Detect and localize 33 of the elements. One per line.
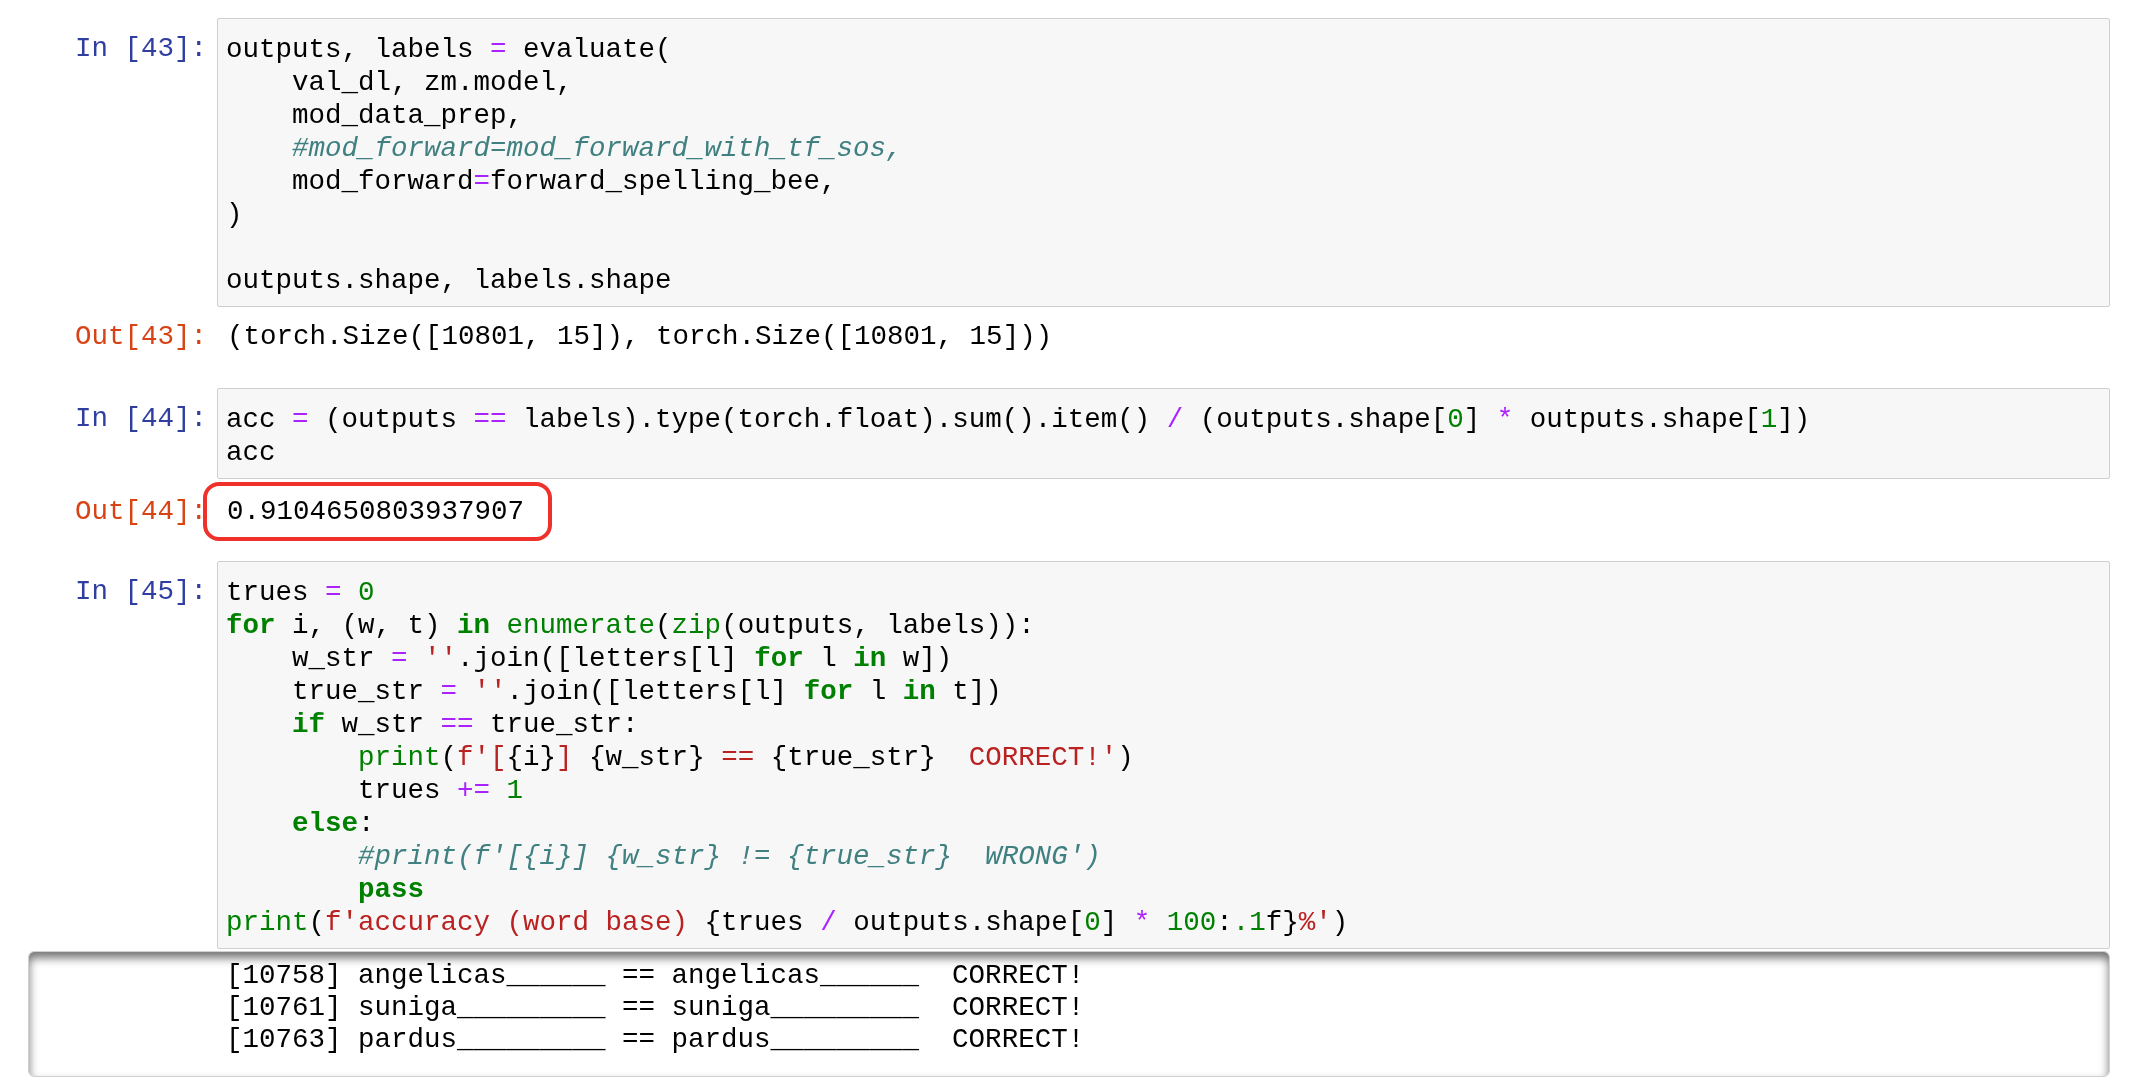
code-line: true_str = ''.join([letters[l] for l in t]): [291, 675, 1002, 708]
code-line: trues = 0: [226, 576, 375, 609]
code-cell[interactable]: acc = (outputs == labels).type(torch.float).sum().item() / (outputs.shape[0] * outputs.shape[1]) acc: [217, 388, 2110, 479]
code-cell[interactable]: [217, 561, 2110, 949]
code-line: print(f'accuracy (word base) {trues / outputs.shape[0] * 100:.1f}%'): [226, 906, 1349, 939]
code-line: mod_forward=forward_spelling_bee,: [291, 165, 837, 198]
code-line: w_str = ''.join([letters[l] for l in w]): [291, 642, 953, 675]
code-line: else:: [291, 807, 375, 840]
code-line: ): [226, 198, 243, 231]
code-line: acc = (outputs == labels).type(torch.float).sum().item() / (outputs.shape[0] * outputs.shape[1]): [226, 403, 1811, 436]
code-line: outputs.shape, labels.shape: [226, 264, 672, 297]
code-line: val_dl, zm.model,: [291, 66, 573, 99]
code-line: #mod_forward=mod_forward_with_tf_sos,: [291, 132, 903, 165]
output-line: [10763] pardus_________ == pardus_________ CORRECT!: [226, 1024, 1085, 1056]
code-line: acc: [226, 436, 276, 469]
code-line: pass: [357, 873, 425, 906]
code-line: #print(f'[{i}] {w_str} != {true_str} WRONG'): [357, 840, 1101, 873]
code-line: for i, (w, t) in enumerate(zip(outputs, labels)):: [226, 609, 1035, 642]
output-line: [10758] angelicas______ == angelicas______ CORRECT!: [226, 960, 1085, 992]
input-prompt: In [43]:: [74, 32, 207, 66]
input-prompt: In [45]:: [74, 575, 207, 609]
output-line: [10761] suniga_________ == suniga_________ CORRECT!: [226, 992, 1085, 1024]
code-cell[interactable]: outputs, labels = evaluate( val_dl, zm.model, mod_data_prep, #mod_forward=mod_forward_with_tf_sos, mod_forward=forward_spelling_bee, ) outputs.shape, labels.shape: [217, 18, 2110, 307]
code-line: print(f'[{i}] {w_str} == {true_str} CORRECT!'): [357, 741, 1134, 774]
output-text: (torch.Size([10801, 15]), torch.Size([10801, 15])): [227, 320, 1053, 353]
code-line: trues += 1: [357, 774, 524, 807]
code-line: outputs, labels = evaluate(: [226, 33, 672, 66]
input-prompt: In [44]:: [74, 402, 207, 436]
output-prompt: Out[44]:: [74, 495, 207, 529]
code-line: if w_str == true_str:: [291, 708, 639, 741]
output-prompt: Out[43]:: [74, 320, 207, 354]
code-line: mod_data_prep,: [291, 99, 524, 132]
output-text: 0.9104650803937907: [227, 495, 525, 528]
